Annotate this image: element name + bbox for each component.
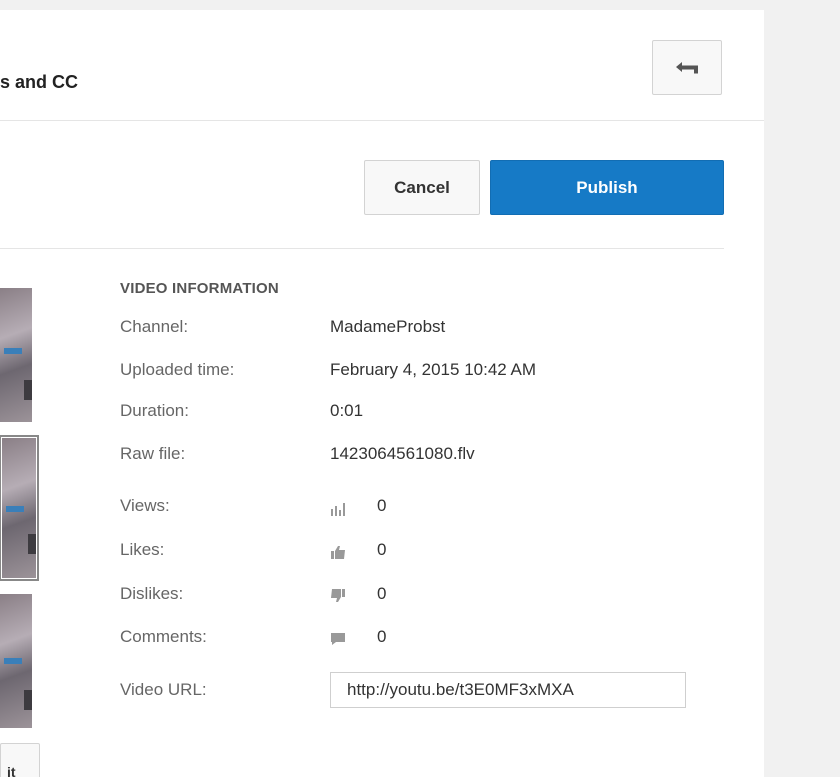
- views-value: 0: [377, 496, 387, 515]
- cancel-button[interactable]: Cancel: [364, 160, 480, 215]
- views-label: Views:: [120, 496, 170, 515]
- thumbnail-option[interactable]: [0, 288, 32, 422]
- thumbnail-option[interactable]: [0, 594, 32, 728]
- bar-chart-icon: [331, 503, 345, 516]
- likes-label: Likes:: [120, 540, 165, 559]
- raw-file-label: Raw file:: [120, 444, 186, 463]
- back-button[interactable]: [652, 40, 722, 95]
- thumbs-down-icon: [331, 589, 345, 602]
- duration-value: 0:01: [330, 401, 364, 420]
- publish-button[interactable]: Publish: [490, 160, 724, 215]
- video-information-heading: VIDEO INFORMATION: [120, 280, 279, 297]
- dislikes-label: Dislikes:: [120, 584, 184, 603]
- editor-panel: es and CC Cancel Publish it VIDEO INFORM…: [0, 10, 764, 777]
- raw-file-value: 1423064561080.flv: [330, 444, 475, 463]
- video-url-field[interactable]: [330, 672, 686, 708]
- thumbs-up-icon: [331, 546, 345, 559]
- channel-value: MadameProbst: [330, 317, 446, 336]
- uploaded-time-label: Uploaded time:: [120, 360, 235, 379]
- custom-thumbnail-button[interactable]: it: [0, 743, 40, 777]
- comments-label: Comments:: [120, 627, 207, 646]
- header-divider: [0, 120, 764, 121]
- comments-value: 0: [377, 627, 387, 646]
- actions-divider: [0, 248, 724, 249]
- channel-label: Channel:: [120, 317, 189, 336]
- thumbnail-option-selected[interactable]: [0, 435, 39, 581]
- likes-value: 0: [377, 540, 387, 559]
- back-arrow-icon: [676, 61, 698, 73]
- video-url-label: Video URL:: [120, 680, 207, 699]
- uploaded-time-value: February 4, 2015 10:42 AM: [330, 360, 537, 379]
- comment-icon: [331, 633, 345, 645]
- page-title: es and CC: [0, 72, 79, 92]
- dislikes-value: 0: [377, 584, 387, 603]
- duration-label: Duration:: [120, 401, 189, 420]
